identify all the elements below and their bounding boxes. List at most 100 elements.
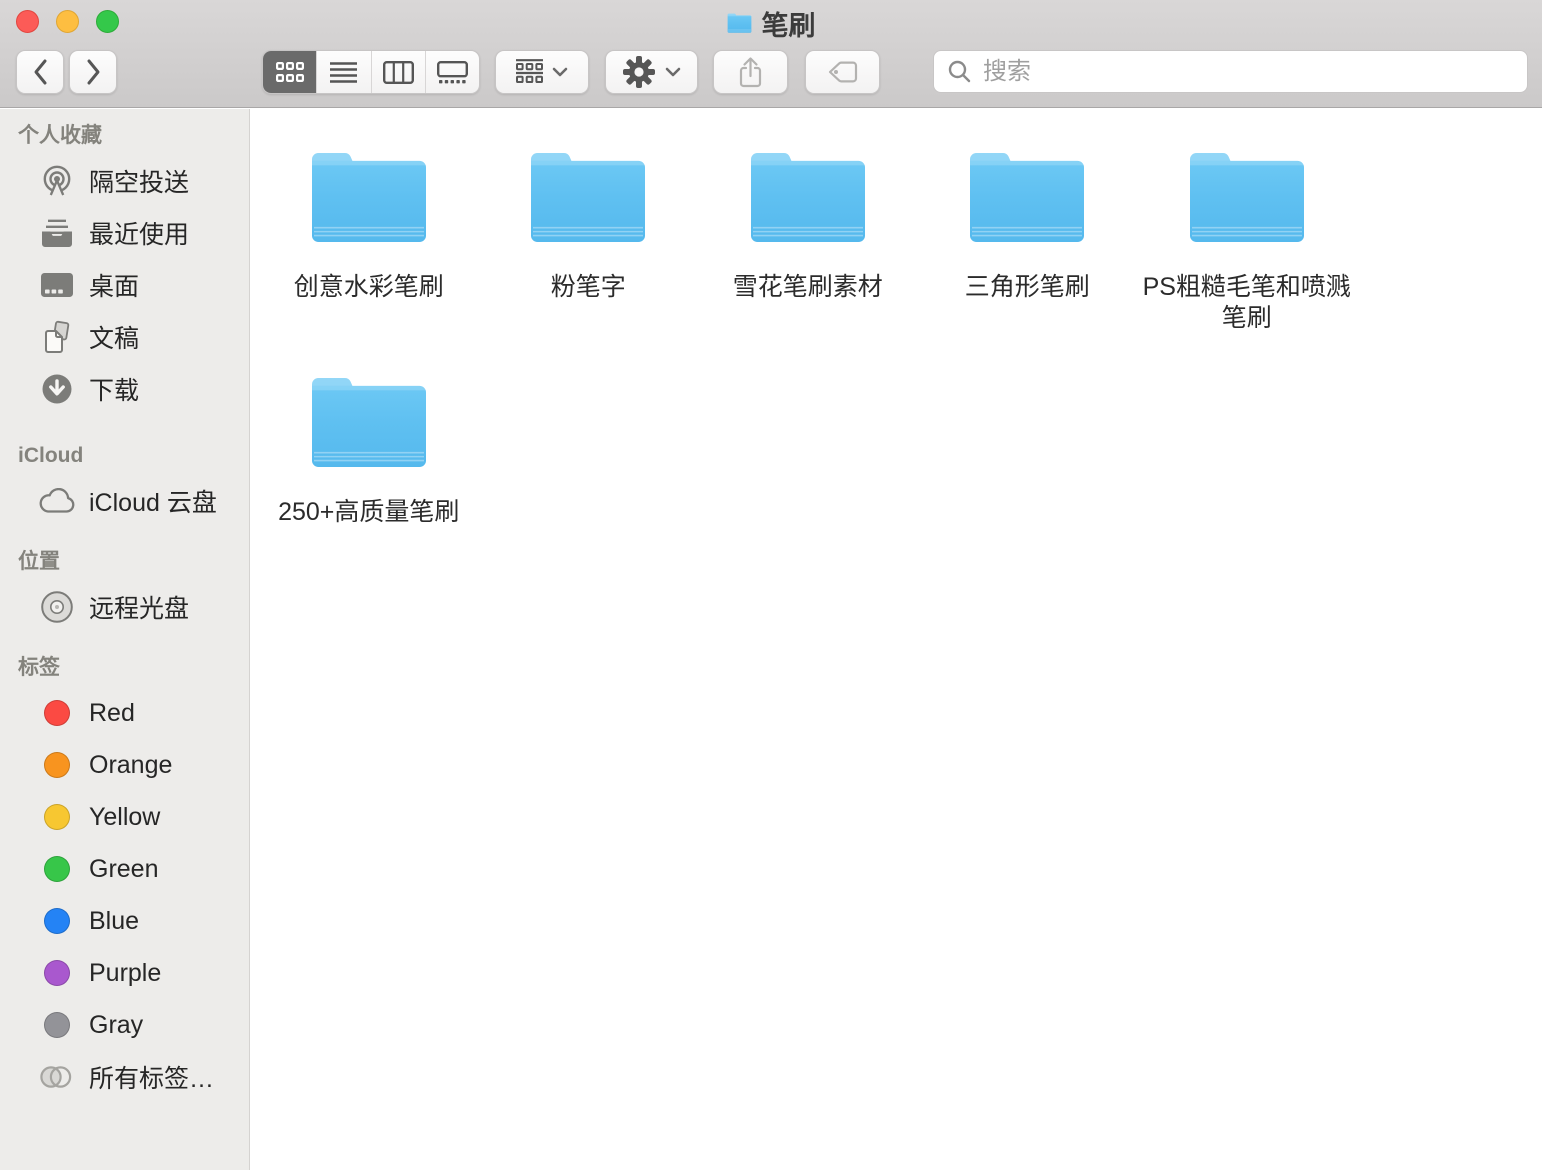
- folder-icon: [528, 150, 648, 248]
- column-view-icon: [383, 61, 414, 84]
- gallery-view-icon: [437, 61, 468, 84]
- view-mode-gallery-view[interactable]: [426, 51, 479, 93]
- sidebar-item-label: 下载: [89, 371, 139, 407]
- sidebar-item-label: iCloud 云盘: [89, 483, 217, 519]
- chevron-left-icon: [32, 58, 49, 86]
- share-button[interactable]: [713, 50, 788, 94]
- file-browser-area: 创意水彩笔刷 粉笔字 雪花笔刷素材 三角形笔刷 PS粗糙毛笔和喷溅笔刷 250+高质量笔刷: [250, 109, 1542, 1170]
- folder-item[interactable]: 雪花笔刷素材: [698, 150, 918, 375]
- sidebar-item-label: 桌面: [89, 267, 139, 303]
- group-button[interactable]: [495, 50, 589, 94]
- view-mode-column-view[interactable]: [372, 51, 426, 93]
- search-input[interactable]: [981, 57, 1521, 87]
- documents-icon: [38, 318, 76, 356]
- sidebar-item-label: 最近使用: [89, 215, 189, 251]
- tag-color-dot: [38, 850, 76, 888]
- desktop-icon: [38, 266, 76, 304]
- back-button[interactable]: [16, 50, 64, 94]
- sidebar-item[interactable]: Red: [0, 687, 249, 739]
- sidebar-item[interactable]: 最近使用: [0, 207, 249, 259]
- sidebar-item[interactable]: 所有标签…: [0, 1051, 249, 1103]
- chevron-down-icon: [552, 67, 568, 77]
- share-icon: [737, 56, 764, 89]
- sidebar-item[interactable]: Yellow: [0, 791, 249, 843]
- tag-color-dot: [38, 798, 76, 836]
- sidebar-section-header: 个人收藏: [18, 123, 249, 149]
- sidebar-item-label: 远程光盘: [89, 589, 189, 625]
- folder-name: PS粗糙毛笔和喷溅笔刷: [1137, 272, 1357, 334]
- folder-name: 雪花笔刷素材: [733, 272, 883, 303]
- tag-icon: [827, 60, 858, 84]
- sidebar-item-label: Blue: [89, 907, 139, 936]
- search-icon: [947, 59, 972, 84]
- tag-color-dot: [44, 804, 70, 830]
- sidebar-item-label: Yellow: [89, 803, 160, 832]
- sidebar-item[interactable]: 下载: [0, 363, 249, 415]
- folder-name: 粉笔字: [551, 272, 626, 303]
- folder-icon: [748, 150, 868, 248]
- disc-icon: [38, 588, 76, 626]
- sidebar-item-label: 所有标签…: [89, 1059, 214, 1095]
- window-title-area: 笔刷: [0, 7, 1542, 39]
- search-field[interactable]: [933, 50, 1528, 93]
- sidebar-item[interactable]: Orange: [0, 739, 249, 791]
- downloads-icon: [38, 370, 76, 408]
- folder-item[interactable]: PS粗糙毛笔和喷溅笔刷: [1137, 150, 1357, 375]
- sidebar-item[interactable]: Blue: [0, 895, 249, 947]
- window-body: 个人收藏隔空投送最近使用桌面文稿下载iCloudiCloud 云盘位置远程光盘标…: [0, 109, 1542, 1170]
- view-mode-control: [262, 50, 480, 94]
- sidebar-item[interactable]: 隔空投送: [0, 155, 249, 207]
- sidebar-section-header: iCloud: [18, 443, 249, 469]
- sidebar-item[interactable]: Gray: [0, 999, 249, 1051]
- folder-item[interactable]: 创意水彩笔刷: [259, 150, 479, 375]
- tag-color-dot: [44, 856, 70, 882]
- folder-name: 250+高质量笔刷: [278, 497, 459, 528]
- tag-color-dot: [38, 954, 76, 992]
- sidebar-item[interactable]: Green: [0, 843, 249, 895]
- grid-view-icon: [276, 62, 304, 82]
- action-button[interactable]: [605, 50, 698, 94]
- folder-item[interactable]: 250+高质量笔刷: [259, 375, 479, 600]
- folder-icon: [309, 150, 429, 248]
- forward-button[interactable]: [69, 50, 117, 94]
- sidebar-item[interactable]: Purple: [0, 947, 249, 999]
- list-view-icon: [330, 62, 357, 83]
- view-mode-list-view[interactable]: [317, 51, 371, 93]
- tag-color-dot: [44, 752, 70, 778]
- sidebar-section-header: 标签: [18, 655, 249, 681]
- sidebar-item[interactable]: 桌面: [0, 259, 249, 311]
- group-icon: [516, 59, 543, 85]
- sidebar-item-label: Orange: [89, 751, 172, 780]
- recents-icon: [38, 214, 76, 252]
- tag-button[interactable]: [805, 50, 880, 94]
- tag-color-dot: [38, 746, 76, 784]
- all-tags-icon: [38, 1058, 76, 1096]
- folder-name: 创意水彩笔刷: [294, 272, 444, 303]
- folder-name: 三角形笔刷: [965, 272, 1090, 303]
- sidebar-item-label: Green: [89, 855, 158, 884]
- sidebar-item[interactable]: iCloud 云盘: [0, 475, 249, 527]
- folder-item[interactable]: 粉笔字: [479, 150, 699, 375]
- folder-icon: [1187, 150, 1307, 248]
- gear-icon: [622, 55, 656, 89]
- chevron-down-icon: [665, 67, 681, 77]
- tag-color-dot: [38, 1006, 76, 1044]
- sidebar-item-label: 隔空投送: [89, 163, 189, 199]
- tag-color-dot: [44, 960, 70, 986]
- tag-color-dot: [44, 1012, 70, 1038]
- sidebar-item-label: Red: [89, 699, 135, 728]
- sidebar: 个人收藏隔空投送最近使用桌面文稿下载iCloudiCloud 云盘位置远程光盘标…: [0, 109, 250, 1170]
- tag-color-dot: [38, 694, 76, 732]
- folder-item[interactable]: 三角形笔刷: [918, 150, 1138, 375]
- window-chrome: 笔刷: [0, 0, 1542, 108]
- window-title: 笔刷: [762, 4, 816, 43]
- folder-icon: [309, 375, 429, 473]
- folder-proxy-icon[interactable]: [727, 13, 752, 33]
- view-mode-icon-view[interactable]: [263, 51, 317, 93]
- folder-icon: [967, 150, 1087, 248]
- sidebar-item[interactable]: 文稿: [0, 311, 249, 363]
- tag-color-dot: [44, 908, 70, 934]
- airdrop-icon: [38, 162, 76, 200]
- sidebar-item[interactable]: 远程光盘: [0, 581, 249, 633]
- sidebar-item-label: Purple: [89, 959, 161, 988]
